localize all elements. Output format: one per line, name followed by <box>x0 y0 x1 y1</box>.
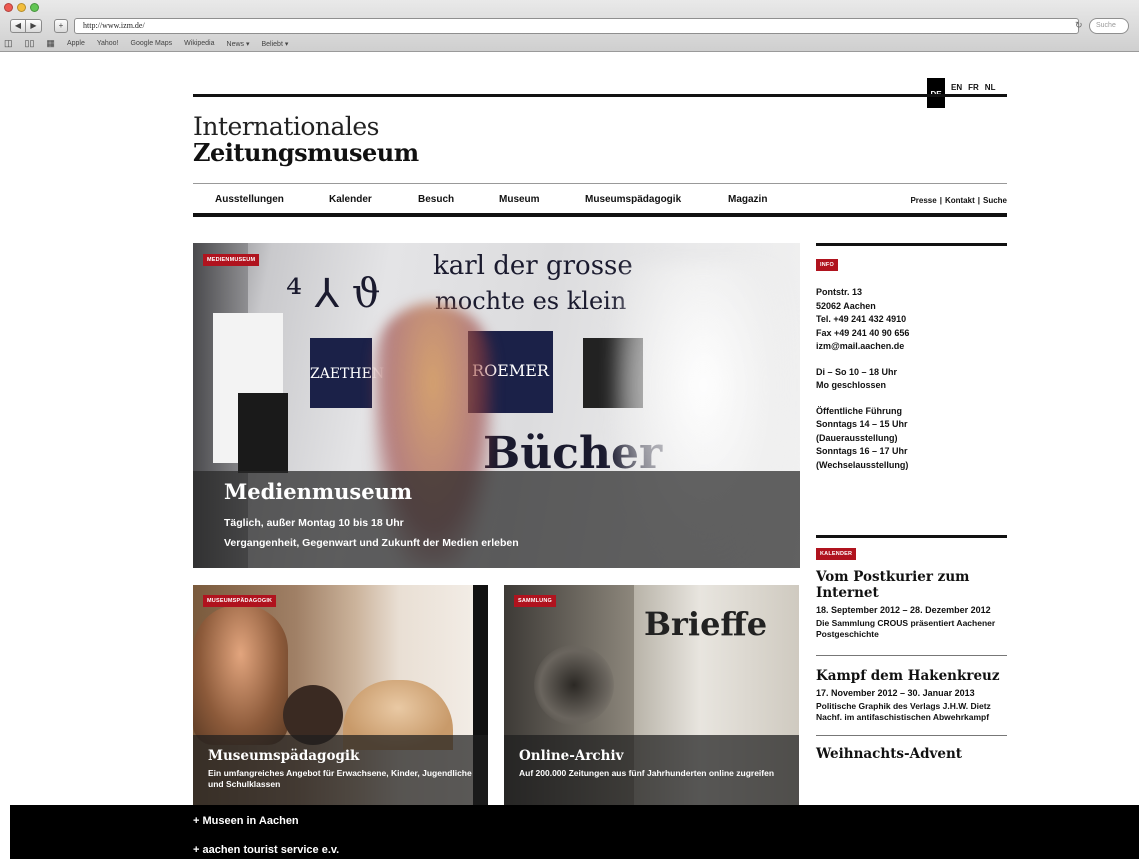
history-buttons: ◀ ▶ <box>10 19 42 33</box>
info-hours-line: Di – So 10 – 18 Uhr <box>816 366 898 377</box>
info-tours-line: (Dauerausstellung) <box>816 432 898 443</box>
hero-title: Medienmuseum <box>224 479 413 504</box>
browser-search-input[interactable]: Suche <box>1089 18 1129 34</box>
info-hours-line: Mo geschlossen <box>816 380 887 390</box>
lang-de[interactable]: DE <box>927 78 945 108</box>
lang-fr[interactable]: FR <box>968 78 979 92</box>
event-separator <box>816 655 1007 656</box>
bookmark-google-maps[interactable]: Google Maps <box>131 40 173 47</box>
tile-category-tag: MUSEUMSPÄDAGOGIK <box>203 595 277 607</box>
hero-wall-text: karl der grosse <box>433 251 633 281</box>
info-tours-line: Öffentliche Führung <box>816 405 902 416</box>
hero-category-tag: MEDIENMUSEUM <box>203 254 260 266</box>
info-email-link[interactable]: izm@mail.aachen.de <box>816 340 1007 354</box>
info-city: 52062 Aachen <box>816 300 876 311</box>
footer-link-tourist-service[interactable]: + aachen tourist service e.v. <box>193 844 339 856</box>
info-phone: Tel. +49 241 432 4910 <box>816 314 907 324</box>
info-tours-line: (Wechselausstellung) <box>816 459 909 470</box>
address-bar[interactable]: http://www.izm.de/ <box>74 18 1079 34</box>
tile-book-illustration <box>534 645 614 725</box>
tile-title: Online-Archiv <box>519 748 624 764</box>
info-fax: Fax +49 241 40 90 656 <box>816 327 910 338</box>
util-separator: | <box>977 196 980 205</box>
teaser-online-archiv[interactable]: Brieffe SAMMLUNG Online-Archiv Auf 200.0… <box>504 585 799 805</box>
event-title-partial[interactable]: Weihnachts-Advent <box>816 746 1007 762</box>
kalender-event[interactable]: Vom Postkurier zum Internet 18. Septembe… <box>816 569 1007 640</box>
main-navigation: Ausstellungen Kalender Besuch Museum Mus… <box>193 183 1007 217</box>
util-separator: | <box>939 196 942 205</box>
logo-line-1: Internationales <box>193 112 379 141</box>
hero-wall-glyphs: ⁴ ⅄ ϑ <box>286 271 381 317</box>
event-separator <box>816 735 1007 736</box>
bookmark-yahoo[interactable]: Yahoo! <box>97 40 119 47</box>
kalender-event[interactable]: Kampf dem Hakenkreuz 17. November 2012 –… <box>816 668 1007 723</box>
kalender-tag: KALENDER <box>816 548 857 560</box>
util-suche[interactable]: Suche <box>983 196 1007 205</box>
forward-arrow-icon[interactable]: ▶ <box>26 19 42 33</box>
window-controls <box>4 3 39 12</box>
bookmark-apple[interactable]: Apple <box>67 40 85 47</box>
bookmarks-bar: ◫ ▯▯ ▦ Apple Yahoo! Google Maps Wikipedi… <box>4 38 288 49</box>
event-title[interactable]: Vom Postkurier zum Internet <box>816 569 1007 601</box>
bookmark-beliebt[interactable]: Beliebt ▾ <box>261 40 288 48</box>
hero-poster: ZAETHEN <box>310 338 384 408</box>
nav-museum[interactable]: Museum <box>499 194 585 205</box>
tile-description: Auf 200.000 Zeitungen aus fünf Jahrhunde… <box>519 768 775 778</box>
info-tours-line: Sonntags 16 – 17 Uhr <box>816 446 908 456</box>
hero-dark-block <box>238 393 288 473</box>
site-logo[interactable]: Internationales Zeitungsmuseum <box>193 114 419 166</box>
sidebar-rule <box>816 535 1007 538</box>
reload-icon[interactable]: ↻ <box>1075 20 1083 31</box>
sidebar-rule <box>816 243 1007 246</box>
footer-link-museen[interactable]: + Museen in Aachen <box>193 815 299 827</box>
close-window-icon[interactable] <box>4 3 13 12</box>
hero-subtitle: Täglich, außer Montag 10 bis 18 Uhr <box>224 517 404 529</box>
back-arrow-icon[interactable]: ◀ <box>10 19 26 33</box>
hero-subtitle: Vergangenheit, Gegenwart und Zukunft der… <box>224 537 519 549</box>
footer-bar: + Museen in Aachen + aachen tourist serv… <box>10 805 1139 859</box>
info-tours: Öffentliche Führung Sonntags 14 – 15 Uhr… <box>816 405 1007 473</box>
header-rule <box>193 94 1007 97</box>
info-tag: INFO <box>816 259 838 271</box>
bookmarks-book-icon[interactable]: ▯▯ <box>25 38 35 49</box>
lang-nl[interactable]: NL <box>985 78 996 92</box>
browser-toolbar: ◀ ▶ + http://www.izm.de/ ↻ Suche <box>0 18 1139 36</box>
bookmark-news[interactable]: News ▾ <box>227 40 250 48</box>
hero-teaser[interactable]: karl der grosse mochte es klein ⁴ ⅄ ϑ ZA… <box>193 243 800 568</box>
tile-photo-person <box>193 605 288 745</box>
tile-description: Ein umfangreiches Angebot für Erwachsene… <box>208 768 472 789</box>
nav-magazin[interactable]: Magazin <box>728 194 767 205</box>
info-tours-line: Sonntags 14 – 15 Uhr <box>816 419 908 429</box>
zoom-window-icon[interactable] <box>30 3 39 12</box>
event-date: 18. September 2012 – 28. Dezember 2012 <box>816 605 991 615</box>
reading-list-icon[interactable]: ◫ <box>4 38 13 49</box>
event-description: Politische Graphik des Verlags J.H.W. Di… <box>816 701 991 722</box>
teaser-museumspaedagogik[interactable]: MUSEUMSPÄDAGOGIK Museumspädagogik Ein um… <box>193 585 488 805</box>
language-switcher: DE EN FR NL <box>927 78 995 108</box>
minimize-window-icon[interactable] <box>17 3 26 12</box>
event-title[interactable]: Kampf dem Hakenkreuz <box>816 668 1007 684</box>
add-bookmark-icon[interactable]: + <box>54 19 68 33</box>
top-sites-grid-icon[interactable]: ▦ <box>46 38 55 49</box>
utility-nav: Presse | Kontakt | Suche <box>910 196 1007 205</box>
nav-museumspaedagogik[interactable]: Museumspädagogik <box>585 194 728 205</box>
util-kontakt[interactable]: Kontakt <box>945 196 975 205</box>
bookmark-wikipedia[interactable]: Wikipedia <box>184 40 214 47</box>
event-date: 17. November 2012 – 30. Januar 2013 <box>816 688 975 698</box>
nav-besuch[interactable]: Besuch <box>418 194 499 205</box>
info-hours: Di – So 10 – 18 Uhr Mo geschlossen <box>816 366 1007 393</box>
logo-line-2: Zeitungsmuseum <box>193 138 419 167</box>
sidebar: INFO Pontstr. 13 52062 Aachen Tel. +49 2… <box>816 243 1007 762</box>
nav-ausstellungen[interactable]: Ausstellungen <box>215 194 329 205</box>
tile-category-tag: SAMMLUNG <box>514 595 556 607</box>
event-description: Die Sammlung CROUS präsentiert Aachener … <box>816 618 996 639</box>
tile-book-blackletter: Brieffe <box>644 605 768 643</box>
lang-en[interactable]: EN <box>951 78 962 92</box>
nav-kalender[interactable]: Kalender <box>329 194 418 205</box>
info-street: Pontstr. 13 <box>816 287 863 297</box>
browser-chrome: ◀ ▶ + http://www.izm.de/ ↻ Suche ◫ ▯▯ ▦ … <box>0 0 1139 52</box>
util-presse[interactable]: Presse <box>910 196 936 205</box>
tile-title: Museumspädagogik <box>208 748 360 764</box>
info-address: Pontstr. 13 52062 Aachen Tel. +49 241 43… <box>816 286 1007 354</box>
